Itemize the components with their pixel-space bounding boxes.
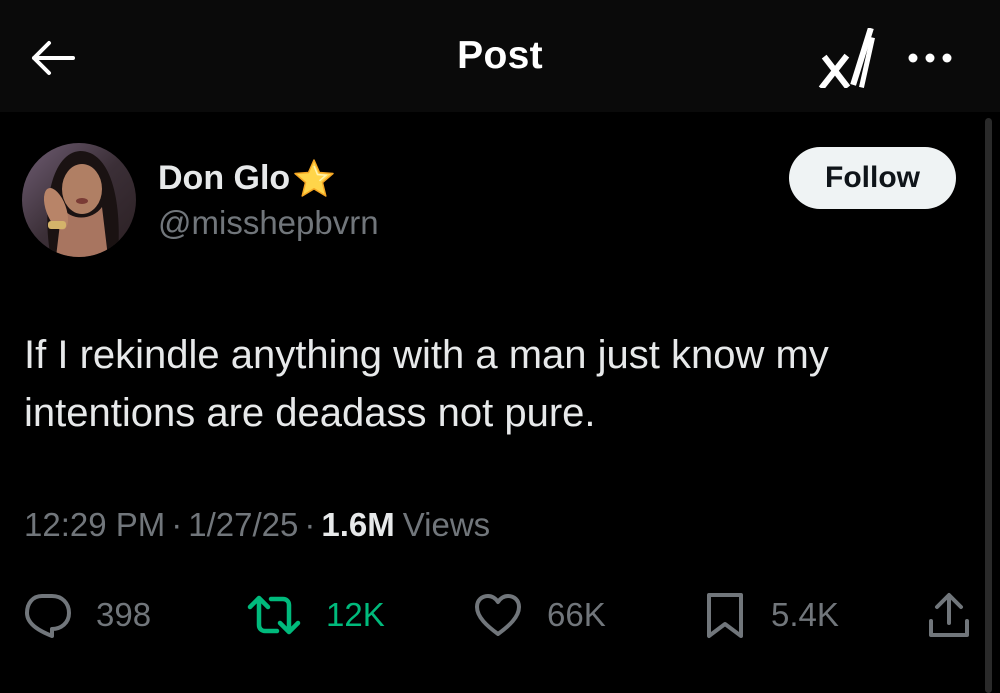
grok-button[interactable] (815, 26, 879, 90)
repost-count: 12K (326, 596, 385, 633)
post-metadata: 12:29 PM · 1/27/25 · 1.6M Views (24, 506, 490, 544)
like-count: 66K (547, 596, 606, 633)
author-handle[interactable]: @misshepbvrn (158, 204, 379, 242)
views-label: Views (402, 506, 491, 543)
reply-button[interactable]: 398 (22, 590, 151, 640)
star-emoji-icon (292, 158, 336, 198)
author-display-name[interactable]: Don Glo (158, 158, 336, 198)
avatar[interactable] (22, 143, 136, 257)
share-icon (929, 593, 969, 637)
views-count[interactable]: 1.6M (321, 506, 394, 544)
repost-icon (247, 595, 301, 635)
reply-icon (25, 594, 71, 638)
meta-separator: · (304, 506, 316, 543)
bookmark-button[interactable]: 5.4K (703, 590, 839, 640)
meta-separator: · (171, 506, 183, 543)
bookmark-count: 5.4K (771, 596, 839, 633)
author-name-text: Don Glo (158, 158, 291, 197)
share-button[interactable] (926, 590, 972, 640)
more-horizontal-icon (908, 53, 952, 63)
post-date[interactable]: 1/27/25 (188, 506, 298, 544)
heart-icon (475, 594, 521, 636)
grok-icon (818, 28, 875, 88)
follow-button[interactable]: Follow (789, 147, 956, 209)
like-button[interactable]: 66K (473, 590, 606, 640)
top-bar: Post (0, 0, 1000, 112)
post-time[interactable]: 12:29 PM (24, 506, 165, 544)
action-bar: 398 12K 66K 5.4K (0, 590, 1000, 640)
repost-button[interactable]: 12K (246, 590, 385, 640)
bookmark-icon (707, 593, 743, 638)
post-text: If I rekindle anything with a man just k… (24, 333, 829, 435)
more-options-button[interactable] (900, 36, 960, 80)
reply-count: 398 (96, 596, 152, 633)
